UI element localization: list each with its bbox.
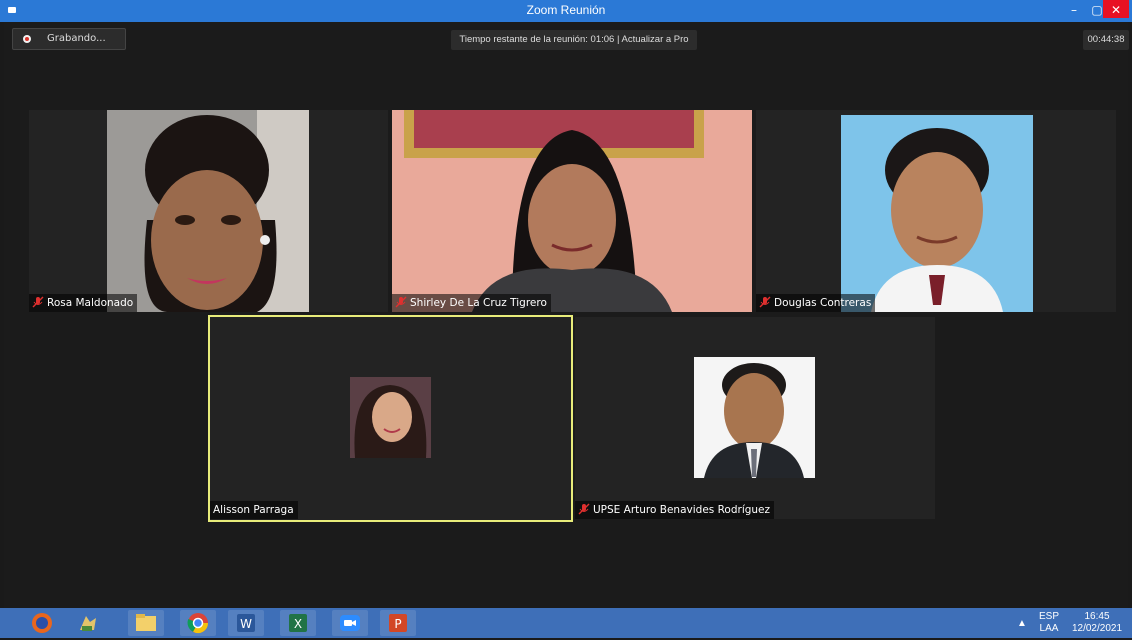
participant-name: Alisson Parraga <box>213 504 294 516</box>
participant-avatar <box>350 377 431 458</box>
system-clock[interactable]: 16:45 12/02/2021 <box>1066 611 1128 635</box>
taskbar-file-explorer[interactable] <box>128 610 164 636</box>
participant-name: UPSE Arturo Benavides Rodríguez <box>593 504 771 516</box>
taskbar-chrome[interactable] <box>180 610 216 636</box>
keyboard-layout-code: LAA <box>1039 623 1059 634</box>
participant-name: Douglas Contreras <box>774 297 872 309</box>
window-titlebar: Zoom Reunión – ▢ ✕ <box>0 0 1132 22</box>
taskbar-firefox[interactable] <box>24 610 60 636</box>
close-button[interactable]: ✕ <box>1103 0 1129 18</box>
powerpoint-icon: P <box>389 614 407 632</box>
input-language-indicator[interactable]: ESP LAA <box>1034 611 1064 635</box>
participant-tile-active-speaker[interactable]: Alisson Parraga <box>208 315 573 522</box>
participant-tile[interactable]: Shirley De La Cruz Tigrero <box>392 110 752 312</box>
taskbar-word[interactable]: W <box>228 610 264 636</box>
file-explorer-icon <box>136 614 156 631</box>
svg-text:X: X <box>294 617 302 631</box>
face-illustration <box>694 357 815 478</box>
recording-indicator[interactable]: Grabando... <box>12 28 126 50</box>
participant-video <box>392 110 752 312</box>
participant-name: Rosa Maldonado <box>47 297 134 309</box>
face-illustration <box>392 110 752 312</box>
clock-date: 12/02/2021 <box>1071 623 1123 634</box>
taskbar-game[interactable] <box>70 610 106 636</box>
meeting-timer: 00:44:38 <box>1083 30 1129 50</box>
participant-name-tag: Rosa Maldonado <box>29 294 138 312</box>
muted-microphone-icon <box>578 503 590 515</box>
window-title: Zoom Reunión <box>526 3 606 17</box>
svg-text:W: W <box>240 617 252 631</box>
muted-microphone-icon <box>32 296 44 308</box>
participant-video <box>107 110 309 312</box>
firefox-icon <box>32 613 52 633</box>
taskbar-powerpoint[interactable]: P <box>380 610 416 636</box>
svg-text:P: P <box>394 617 401 631</box>
participant-name: Shirley De La Cruz Tigrero <box>410 297 547 309</box>
taskbar-excel[interactable]: X <box>280 610 316 636</box>
excel-icon: X <box>289 614 307 632</box>
record-icon <box>23 35 31 43</box>
muted-microphone-icon <box>395 296 407 308</box>
participant-name-tag: Shirley De La Cruz Tigrero <box>392 294 551 312</box>
show-hidden-icons-button[interactable]: ▲ <box>1016 618 1028 630</box>
face-illustration <box>350 377 431 458</box>
language-code: ESP <box>1038 611 1059 622</box>
word-icon: W <box>237 614 255 632</box>
game-icon <box>80 616 96 631</box>
face-illustration <box>841 115 1033 312</box>
taskbar-zoom[interactable] <box>332 610 368 636</box>
participant-tile[interactable]: UPSE Arturo Benavides Rodríguez <box>575 317 935 519</box>
participant-video <box>841 115 1033 312</box>
participant-avatar <box>694 357 815 478</box>
muted-microphone-icon <box>759 296 771 308</box>
participant-tile[interactable]: Douglas Contreras <box>756 110 1116 312</box>
windows-taskbar: W X P ▲ ESP LAA 16:45 12/02/2021 <box>0 608 1132 638</box>
participant-name-tag: Alisson Parraga <box>210 501 298 519</box>
face-illustration <box>107 110 309 312</box>
participant-tile[interactable]: Rosa Maldonado <box>29 110 388 312</box>
time-remaining-banner[interactable]: Tiempo restante de la reunión: 01:06 | A… <box>451 30 697 50</box>
minimize-button[interactable]: – <box>1062 0 1086 22</box>
zoom-icon <box>340 615 360 631</box>
participant-name-tag: Douglas Contreras <box>756 294 876 312</box>
chrome-icon <box>187 613 209 634</box>
clock-time: 16:45 <box>1084 611 1110 622</box>
recording-label: Grabando... <box>47 33 106 44</box>
participant-name-tag: UPSE Arturo Benavides Rodríguez <box>575 501 775 519</box>
